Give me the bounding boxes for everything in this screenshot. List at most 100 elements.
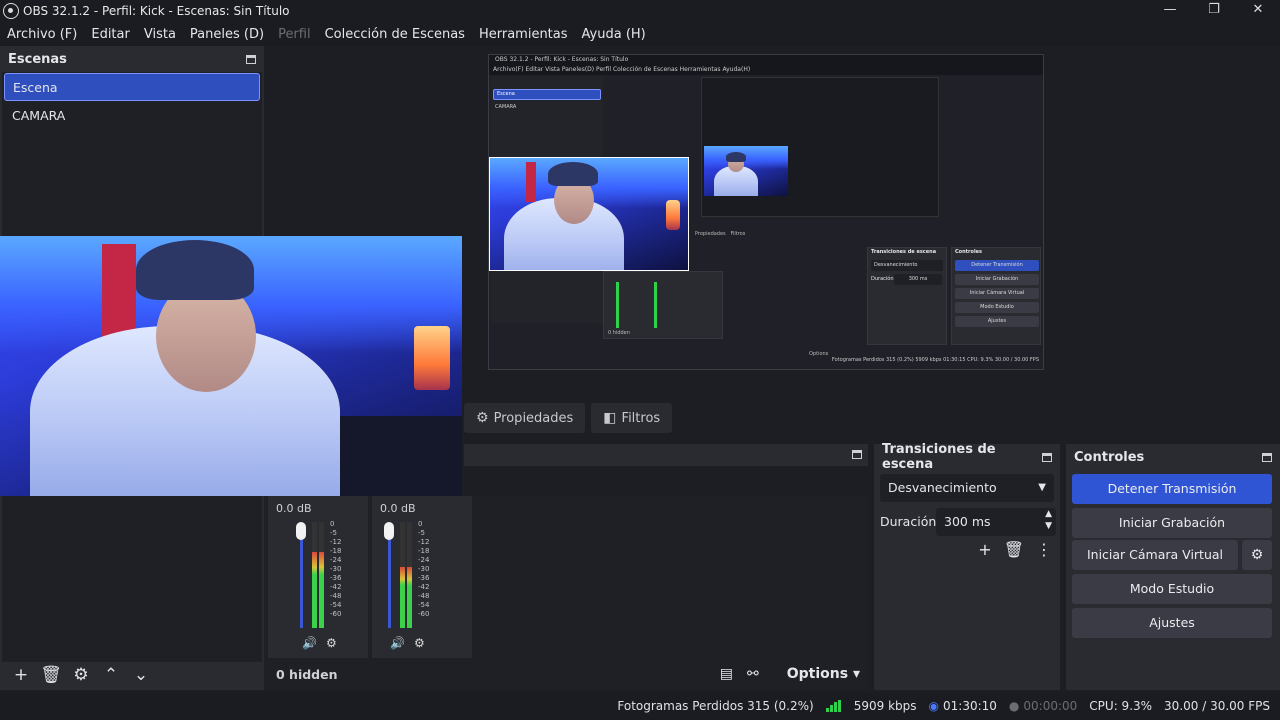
audio-mixer-panel: 0.0 dB 0 -5 -12 -18 -24 -30 -36 -42 -48 -54 -60 🔊 …	[264, 496, 868, 690]
nested-transitions-title: Transiciones de escena	[871, 249, 937, 255]
audio-settings-icon[interactable]: ⚙	[414, 636, 425, 650]
nested-rec-btn: Iniciar Grabación	[955, 274, 1039, 285]
transitions-title: Transiciones de escena	[882, 442, 996, 472]
undock-icon[interactable]	[246, 54, 256, 64]
record-time: 00:00:00	[1023, 699, 1078, 713]
db-scale: 0 -5 -12 -18 -24 -30 -36 -42 -48 -54 -60	[418, 520, 430, 618]
volume-fader-knob[interactable]	[296, 522, 306, 540]
sources-panel	[464, 444, 868, 466]
nested-dur-label: Duración	[871, 276, 894, 282]
level-fill	[400, 566, 405, 628]
level-meter	[312, 522, 317, 628]
transitions-toolbar: + 🗑 ⋮	[966, 540, 1052, 559]
menu-vista[interactable]: Vista	[144, 27, 176, 42]
scene-item-escena[interactable]: Escena	[4, 73, 260, 101]
nested-scene-escena: Escena	[493, 89, 601, 100]
level-fill	[407, 566, 412, 628]
nested-status: Fotogramas Perdidos 315 (0.2%) 5909 kbps…	[831, 357, 1039, 363]
undock-icon[interactable]	[1262, 452, 1272, 462]
stop-streaming-button[interactable]: Detener Transmisión	[1072, 474, 1272, 504]
filter-icon: ◧	[603, 410, 617, 426]
spinner-icon[interactable]: ▲ ▼	[1045, 508, 1052, 532]
add-scene-icon[interactable]: +	[6, 665, 36, 685]
nested-webcam-image	[704, 146, 788, 196]
window-title: OBS 32.1.2 - Perfil: Kick - Escenas: Sin…	[23, 4, 290, 18]
menu-ayuda[interactable]: Ayuda (H)	[582, 27, 646, 42]
nested-webcam-source	[489, 157, 689, 271]
remove-transition-icon[interactable]: 🗑	[1004, 540, 1024, 559]
controls-panel: Controles Detener Transmisión Iniciar Gr…	[1066, 444, 1280, 690]
nested-transitions: Transiciones de escena Desvanecimiento D…	[867, 247, 947, 345]
level-meter	[319, 522, 324, 628]
scenes-toolbar: + 🗑 ⚙ ⌃ ⌄	[0, 660, 156, 690]
transition-select-value: Desvanecimiento	[888, 480, 997, 495]
settings-button[interactable]: Ajustes	[1072, 608, 1272, 638]
options-button[interactable]: Options ▾	[773, 666, 860, 682]
remove-scene-icon[interactable]: 🗑	[36, 665, 66, 685]
scene-filters-gear-icon[interactable]: ⚙	[66, 665, 96, 685]
level-meter	[400, 522, 405, 628]
properties-filters-tabs: ⚙ Propiedades ◧ Filtros	[464, 402, 678, 434]
duration-input[interactable]: 300 ms ▲ ▼	[936, 508, 1056, 536]
menu-editar[interactable]: Editar	[91, 27, 130, 42]
link-icon[interactable]: ⚯	[747, 666, 759, 682]
gear-icon: ⚙	[476, 410, 489, 426]
nested-hidden: 0 hidden	[608, 330, 630, 336]
bitrate: 5909 kbps	[853, 699, 917, 713]
start-recording-button[interactable]: Iniciar Grabación	[1072, 508, 1272, 538]
nested-options: Options	[809, 351, 829, 357]
audio-settings-icon[interactable]: ⚙	[326, 636, 337, 650]
transition-select[interactable]: Desvanecimiento ▼	[880, 474, 1054, 502]
nested-fade-select: Desvanecimiento	[871, 260, 943, 271]
add-transition-icon[interactable]: +	[978, 540, 991, 559]
preview-canvas[interactable]: OBS 32.1.2 - Perfil: Kick - Escenas: Sin…	[488, 54, 1044, 370]
tab-filters-label: Filtros	[621, 410, 661, 426]
menu-herramientas[interactable]: Herramientas	[479, 27, 568, 42]
tab-properties-label: Propiedades	[493, 410, 574, 426]
nested-dur-input: 300 ms	[894, 274, 942, 285]
virtual-camera-settings-gear-icon[interactable]: ⚙	[1242, 540, 1272, 570]
status-bar: Fotogramas Perdidos 315 (0.2%) 5909 kbps…	[0, 692, 1280, 720]
stream-time: 01:30:10	[943, 699, 997, 713]
scenes-title: Escenas	[8, 51, 67, 67]
record-icon: ●	[1008, 699, 1020, 713]
duration-value: 300 ms	[944, 514, 991, 529]
speaker-icon[interactable]: 🔊	[302, 636, 317, 650]
duration-label: Duración	[880, 514, 937, 529]
level-fill	[312, 551, 317, 628]
menu-paneles[interactable]: Paneles (D)	[190, 27, 264, 42]
scene-item-camara[interactable]: CAMARA	[4, 102, 260, 130]
broadcast-icon: ◉	[928, 699, 939, 713]
layout-icon[interactable]: ▤	[720, 666, 733, 682]
cpu-usage: CPU: 9.3%	[1089, 699, 1153, 713]
nested-stop-btn: Detener Transmisión	[955, 260, 1039, 271]
menu-archivo[interactable]: Archivo (F)	[7, 27, 77, 42]
move-up-icon[interactable]: ⌃	[96, 665, 126, 685]
move-down-icon[interactable]: ⌄	[126, 665, 156, 685]
start-virtual-camera-button[interactable]: Iniciar Cámara Virtual	[1072, 540, 1238, 570]
maximize-button[interactable]: ❐	[1192, 0, 1236, 22]
undock-icon[interactable]	[1042, 452, 1052, 462]
nested-vcam-btn: Iniciar Cámara Virtual	[955, 288, 1039, 299]
nested-controls-title: Controles	[955, 249, 983, 255]
nested-preview	[701, 77, 939, 217]
more-options-icon[interactable]: ⋮	[1036, 540, 1052, 559]
menu-bar: Archivo (F) Editar Vista Paneles (D) Per…	[0, 22, 1280, 46]
tab-properties[interactable]: ⚙ Propiedades	[464, 403, 586, 433]
nested-controls: Controles Detener Transmisión Iniciar Gr…	[951, 247, 1041, 345]
volume-db-label: 0.0 dB	[276, 502, 312, 515]
nested-scene-camara: CAMARA	[495, 104, 517, 110]
volume-fader-knob[interactable]	[384, 522, 394, 540]
speaker-icon[interactable]: 🔊	[390, 636, 405, 650]
tab-filters[interactable]: ◧ Filtros	[591, 403, 673, 433]
undock-icon[interactable]	[852, 450, 862, 459]
level-meter	[407, 522, 412, 628]
nested-tab-props: Propiedades	[695, 231, 726, 237]
nested-obs-menu: Archivo(F) Editar Vista Paneles(D) Perfi…	[489, 65, 1043, 75]
close-button[interactable]: ✕	[1236, 0, 1280, 22]
studio-mode-button[interactable]: Modo Estudio	[1072, 574, 1272, 604]
menu-coleccion-escenas[interactable]: Colección de Escenas	[325, 27, 465, 42]
transitions-header: Transiciones de escena	[874, 442, 1060, 472]
dropped-frames: Fotogramas Perdidos 315 (0.2%)	[617, 699, 814, 713]
minimize-button[interactable]: —	[1148, 0, 1192, 22]
